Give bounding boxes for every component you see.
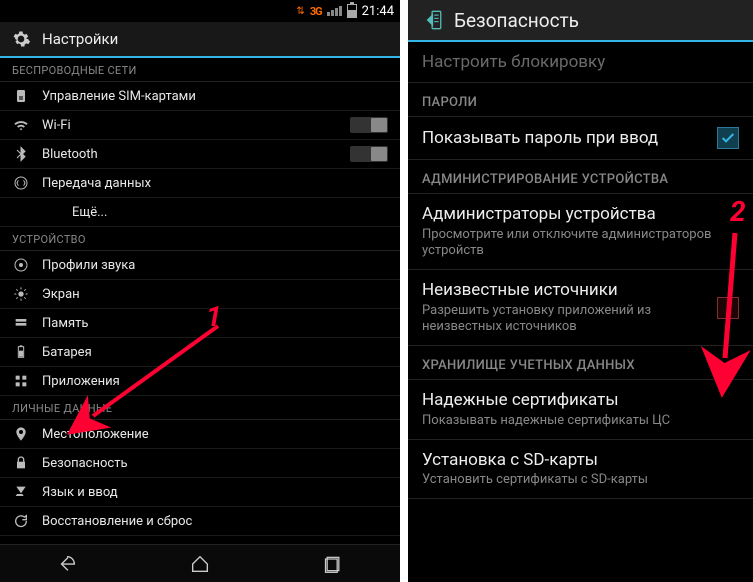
section-header: АДМИНИСТРИРОВАНИЕ УСТРОЙСТВА — [408, 160, 753, 194]
checkbox[interactable] — [717, 297, 739, 319]
row-label: Приложения — [42, 374, 388, 389]
row-label: Местоположение — [42, 427, 388, 442]
row-subtitle: Показывать надежные сертификаты ЦС — [422, 413, 739, 429]
checkbox[interactable] — [717, 127, 739, 149]
settings-row[interactable]: Профили звука — [0, 251, 400, 280]
location-icon — [12, 425, 30, 443]
sim-icon — [12, 87, 30, 105]
section-header: УСТРОЙСТВО — [0, 227, 400, 251]
title-bar: Настройки — [0, 22, 400, 58]
storage-icon — [12, 314, 30, 332]
row-label: Управление SIM-картами — [42, 89, 388, 104]
title-bar: Безопасность — [408, 0, 753, 42]
row-label: Экран — [42, 287, 388, 302]
section-header: ХРАНИЛИЩЕ УЧЕТНЫХ ДАННЫХ — [408, 346, 753, 380]
status-bar: ⇅ 3G 21:44 — [0, 0, 400, 22]
settings-row[interactable]: Приложения — [0, 367, 400, 396]
settings-row[interactable]: Управление SIM-картами — [0, 82, 400, 111]
security-screen: Безопасность Настроить блокировку ПАРОЛИ П… — [408, 0, 753, 582]
settings-row[interactable]: Передача данных — [0, 169, 400, 198]
home-button[interactable] — [180, 550, 220, 578]
row-title: Установка с SD-карты — [422, 450, 739, 470]
back-icon[interactable] — [416, 5, 446, 35]
row-label: Профили звука — [42, 258, 388, 273]
row-subtitle: Разрешить установку приложений из неизве… — [422, 303, 709, 336]
security-row[interactable]: Настроить блокировку — [408, 42, 753, 83]
recent-button[interactable] — [313, 550, 353, 578]
section-header: ЛИЧНЫЕ ДАННЫЕ — [0, 396, 400, 420]
display-icon — [12, 285, 30, 303]
language-icon — [12, 483, 30, 501]
network-3g: 3G — [310, 5, 322, 18]
settings-row[interactable]: Ещё... — [0, 198, 400, 227]
wifi-icon — [12, 116, 30, 134]
settings-row[interactable]: Bluetooth — [0, 140, 400, 169]
row-title: Настроить блокировку — [422, 52, 739, 72]
battery-icon — [347, 4, 357, 18]
signal-icon — [327, 6, 342, 16]
blank-icon — [12, 203, 30, 221]
settings-screen: ⇅ 3G 21:44 Настройки БЕСПРОВОДНЫЕ СЕТИ Уп… — [0, 0, 400, 582]
page-title: Безопасность — [454, 9, 579, 32]
row-label: Безопасность — [42, 456, 388, 471]
settings-row[interactable]: Батарея — [0, 338, 400, 367]
row-title: Администраторы устройства — [422, 204, 739, 224]
security-icon — [12, 454, 30, 472]
row-label: Батарея — [42, 345, 388, 360]
row-label: Wi-Fi — [42, 118, 338, 133]
settings-row[interactable]: Wi-Fi — [0, 111, 400, 140]
row-label: Передача данных — [42, 176, 388, 191]
settings-row[interactable]: Экран — [0, 280, 400, 309]
security-row[interactable]: Надежные сертификаты Показывать надежные … — [408, 380, 753, 440]
settings-row[interactable]: Безопасность — [0, 449, 400, 478]
settings-row[interactable]: Память — [0, 309, 400, 338]
gear-icon — [10, 28, 32, 50]
security-row[interactable]: Установка с SD-карты Установить сертифика… — [408, 440, 753, 500]
settings-row[interactable]: Местоположение — [0, 420, 400, 449]
row-label: Bluetooth — [42, 147, 338, 162]
row-label: Память — [42, 316, 388, 331]
data-icon — [12, 174, 30, 192]
settings-row[interactable]: Язык и ввод — [0, 478, 400, 507]
security-list: Настроить блокировку ПАРОЛИ Показывать пар… — [408, 42, 753, 499]
row-title: Неизвестные источники — [422, 280, 709, 300]
toggle-switch[interactable] — [350, 117, 388, 133]
section-header: БЕСПРОВОДНЫЕ СЕТИ — [0, 58, 400, 82]
row-label: Восстановление и сброс — [42, 514, 388, 529]
bluetooth-icon — [12, 145, 30, 163]
apps-icon — [12, 372, 30, 390]
row-title: Показывать пароль при ввод — [422, 128, 709, 148]
battery-icon — [12, 343, 30, 361]
audio-icon — [12, 256, 30, 274]
row-subtitle: Установить сертификаты с SD-карты — [422, 472, 739, 488]
backup-icon — [12, 512, 30, 530]
row-title: Надежные сертификаты — [422, 390, 739, 410]
row-subtitle: Просмотрите или отключите администраторо… — [422, 227, 739, 260]
security-row[interactable]: Показывать пароль при ввод — [408, 117, 753, 160]
data-arrows-icon: ⇅ — [296, 6, 304, 17]
toggle-switch[interactable] — [350, 146, 388, 162]
row-label: Ещё... — [42, 205, 388, 220]
section-header: ПАРОЛИ — [408, 83, 753, 117]
security-row[interactable]: Неизвестные источники Разрешить установку… — [408, 270, 753, 346]
security-row[interactable]: Администраторы устройства Просмотрите или… — [408, 194, 753, 270]
back-button[interactable] — [47, 550, 87, 578]
settings-list: БЕСПРОВОДНЫЕ СЕТИ Управление SIM-картами W… — [0, 58, 400, 582]
settings-row[interactable]: Восстановление и сброс — [0, 507, 400, 536]
clock: 21:44 — [362, 4, 394, 19]
page-title: Настройки — [42, 30, 118, 48]
row-label: Язык и ввод — [42, 485, 388, 500]
nav-bar — [0, 544, 400, 582]
